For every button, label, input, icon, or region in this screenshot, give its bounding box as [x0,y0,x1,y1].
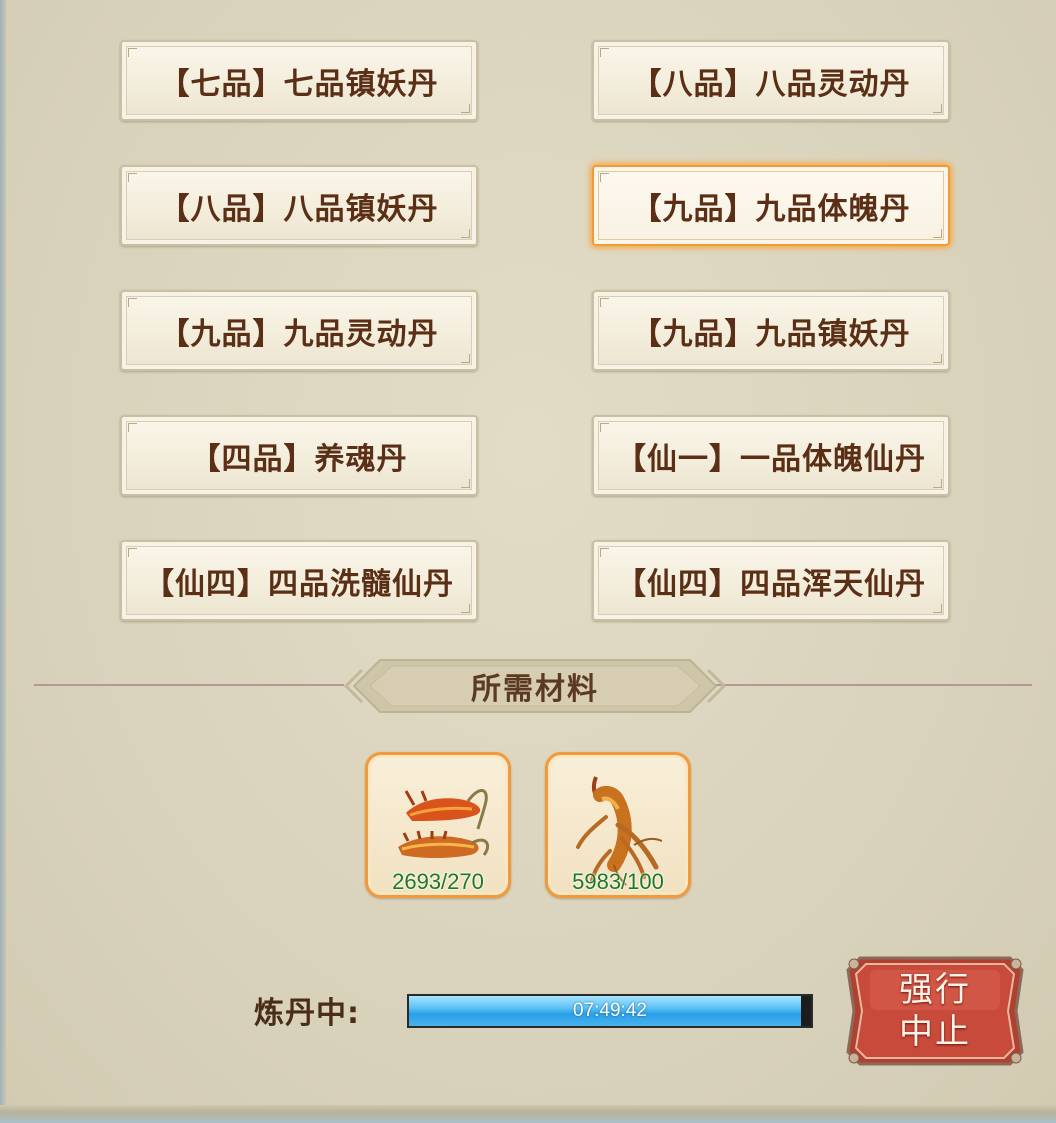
panel-bottom-edge [0,1105,1056,1123]
recipe-label: 【四品】养魂丹 [190,441,408,477]
force-stop-button[interactable]: 强行 中止 [846,956,1024,1066]
materials-title: 所需材料 [471,672,599,707]
material-slot[interactable]: 5983/100 [545,752,691,898]
recipe-button[interactable]: 【仙四】四品浑天仙丹 [592,540,950,621]
recipe-button[interactable]: 【四品】养魂丹 [120,415,478,496]
recipe-label: 【仙一】一品体魄仙丹 [616,441,926,477]
recipe-label: 【九品】九品体魄丹 [631,191,911,227]
progress-time: 07:49:42 [573,1000,647,1021]
recipe-label: 【仙四】四品洗髓仙丹 [144,566,454,602]
recipe-button[interactable]: 【仙四】四品洗髓仙丹 [120,540,478,621]
recipe-label: 【八品】八品镇妖丹 [159,191,439,227]
material-count: 5983/100 [572,869,664,894]
recipe-button-selected[interactable]: 【九品】九品体魄丹 [592,165,950,246]
recipe-label: 【八品】八品灵动丹 [631,66,911,102]
recipe-button[interactable]: 【八品】八品灵动丹 [592,40,950,121]
recipe-button[interactable]: 【九品】九品灵动丹 [120,290,478,371]
divider-line-left [34,684,344,686]
recipe-label: 【七品】七品镇妖丹 [159,66,439,102]
alchemy-panel: 【七品】七品镇妖丹 【八品】八品灵动丹 【八品】八品镇妖丹 【九品】九品体魄丹 … [0,0,1056,1123]
divider-line-right [712,684,1032,686]
material-count: 2693/270 [392,869,484,894]
recipe-label: 【仙四】四品浑天仙丹 [616,566,926,602]
recipe-button[interactable]: 【七品】七品镇妖丹 [120,40,478,121]
recipe-label: 【九品】九品镇妖丹 [631,316,911,352]
refining-progress-bar: 07:49:42 [407,994,813,1028]
material-slot[interactable]: 2693/270 [365,752,511,898]
recipe-button[interactable]: 【仙一】一品体魄仙丹 [592,415,950,496]
recipe-label: 【九品】九品灵动丹 [159,316,439,352]
recipe-button[interactable]: 【八品】八品镇妖丹 [120,165,478,246]
panel-left-edge [0,0,6,1123]
recipe-list: 【七品】七品镇妖丹 【八品】八品灵动丹 【八品】八品镇妖丹 【九品】九品体魄丹 … [120,40,950,621]
recipe-button[interactable]: 【九品】九品镇妖丹 [592,290,950,371]
refining-status-label: 炼丹中: [254,996,360,1031]
force-stop-label: 强行 中止 [899,970,971,1052]
